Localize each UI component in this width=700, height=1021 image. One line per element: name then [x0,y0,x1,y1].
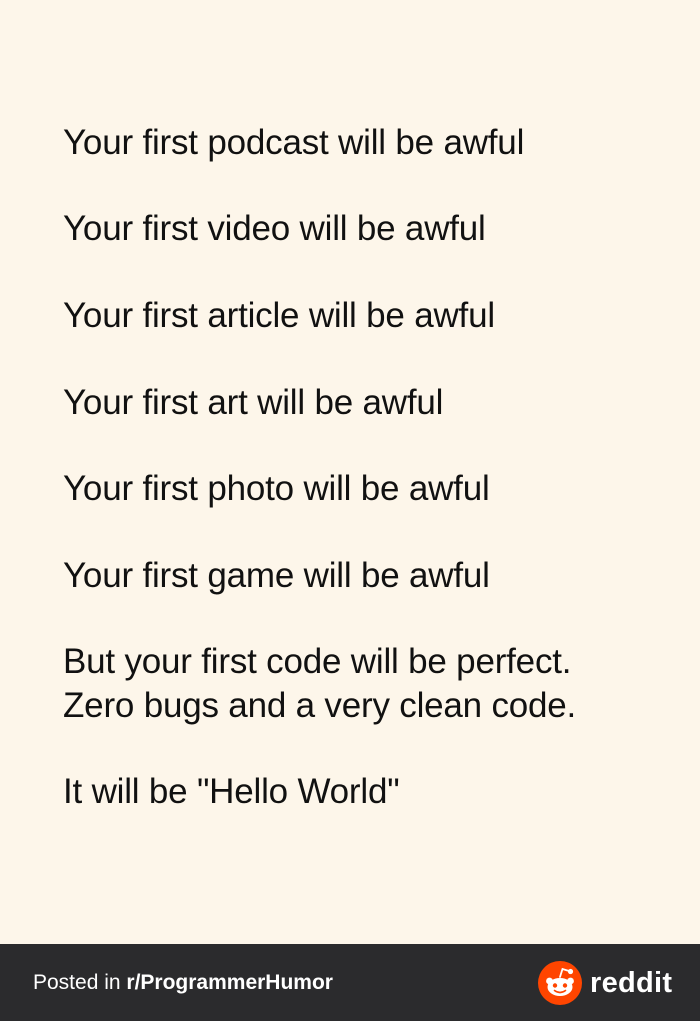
footer-bar: Posted in r/ProgrammerHumor reddit [0,944,700,1021]
post-text-body: Your first podcast will be awful Your fi… [63,0,683,944]
post-line: Your first podcast will be awful [63,123,525,162]
post-line: Your first game will be awful [63,556,490,595]
post-line: Your first video will be awful [63,209,486,248]
post-line: Zero bugs and a very clean code. [63,686,577,725]
post-line: Your first photo will be awful [63,469,490,508]
post-line: It will be "Hello World" [63,772,400,811]
subreddit-link[interactable]: r/ProgrammerHumor [126,971,333,994]
post-line: Your first art will be awful [63,383,444,422]
posted-prefix: Posted in [33,971,127,994]
reddit-wordmark[interactable]: reddit [590,966,672,1000]
post-line: Your first article will be awful [63,296,495,335]
reddit-snoo-icon[interactable] [538,961,582,1005]
posted-in-label: Posted in r/ProgrammerHumor [33,970,333,996]
post-line: But your first code will be perfect. [63,642,572,681]
